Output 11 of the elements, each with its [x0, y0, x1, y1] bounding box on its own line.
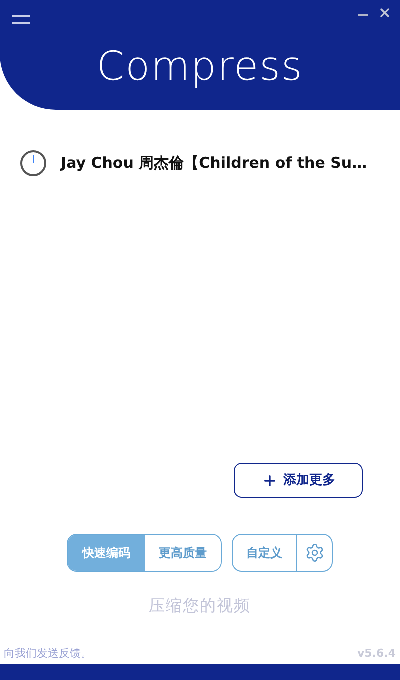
settings-icon [304, 543, 324, 563]
compress-hint[interactable]: 压缩您的视频 [149, 594, 251, 618]
add-more-button[interactable]: 添加更多 [234, 463, 364, 498]
close-icon[interactable] [378, 6, 392, 20]
feedback-link[interactable]: 向我们发送反馈。 [4, 646, 92, 662]
menu-icon[interactable] [12, 15, 30, 24]
mode-tab[interactable]: 快速编码 [68, 535, 144, 571]
app-logo: Compress [96, 43, 304, 92]
plus-icon [262, 472, 278, 488]
clock-icon [20, 150, 47, 177]
file-name: Jay Chou 周杰倫【Children of the Su… [61, 153, 368, 174]
